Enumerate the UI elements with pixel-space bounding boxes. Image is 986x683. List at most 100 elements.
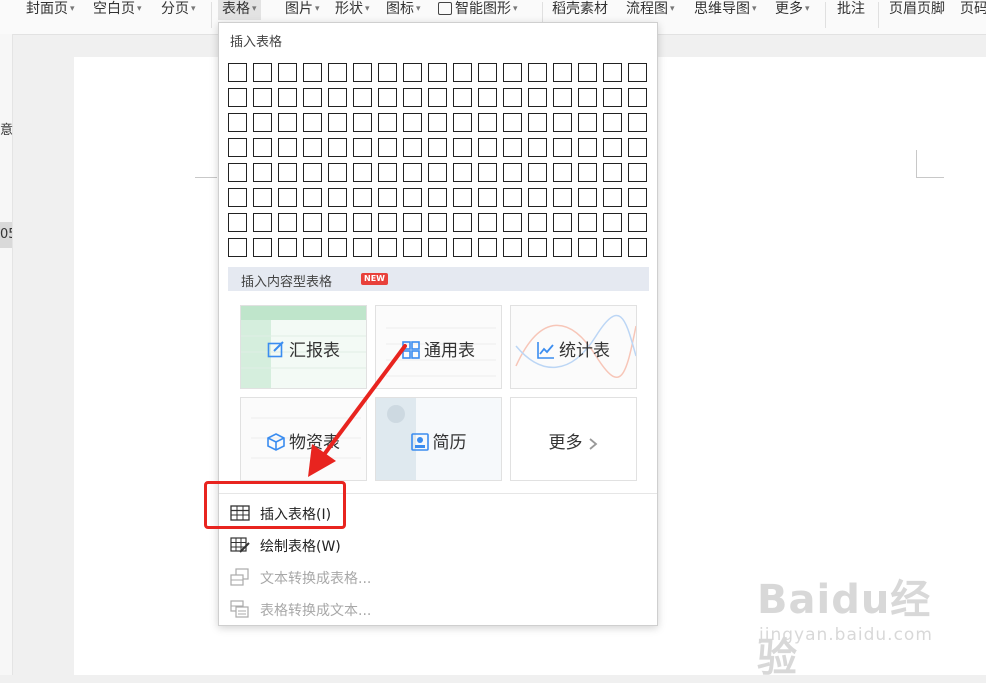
page-number-button[interactable]: 页码 (960, 0, 986, 20)
table-grid-cell[interactable] (553, 88, 572, 107)
table-button[interactable]: 表格 ▾ (218, 0, 261, 20)
table-grid-cell[interactable] (403, 213, 422, 232)
table-grid-cell[interactable] (478, 138, 497, 157)
table-grid-cell[interactable] (628, 88, 647, 107)
table-grid-cell[interactable] (353, 63, 372, 82)
table-grid-cell[interactable] (253, 238, 272, 257)
table-grid-cell[interactable] (553, 138, 572, 157)
table-grid-cell[interactable] (478, 163, 497, 182)
smart-art-button[interactable]: 智能图形 ▾ (438, 0, 518, 20)
table-grid-cell[interactable] (278, 138, 297, 157)
table-grid-cell[interactable] (453, 113, 472, 132)
table-grid-cell[interactable] (378, 88, 397, 107)
table-grid-cell[interactable] (253, 88, 272, 107)
table-grid-cell[interactable] (453, 88, 472, 107)
table-grid-cell[interactable] (303, 188, 322, 207)
table-grid-cell[interactable] (503, 138, 522, 157)
table-grid-cell[interactable] (278, 163, 297, 182)
picture-button[interactable]: 图片 ▾ (285, 0, 320, 20)
table-grid-cell[interactable] (453, 163, 472, 182)
table-grid-cell[interactable] (428, 88, 447, 107)
table-grid-cell[interactable] (353, 213, 372, 232)
table-grid-cell[interactable] (428, 213, 447, 232)
page-break-button[interactable]: 分页 ▾ (161, 0, 196, 20)
table-grid-cell[interactable] (628, 113, 647, 132)
header-footer-button[interactable]: 页眉页脚 (889, 0, 945, 20)
table-grid-cell[interactable] (503, 88, 522, 107)
table-grid-cell[interactable] (353, 188, 372, 207)
table-grid-cell[interactable] (553, 213, 572, 232)
table-grid-cell[interactable] (378, 138, 397, 157)
table-grid-cell[interactable] (503, 113, 522, 132)
table-grid-cell[interactable] (403, 63, 422, 82)
table-grid-cell[interactable] (228, 238, 247, 257)
table-grid-cell[interactable] (253, 188, 272, 207)
table-grid-cell[interactable] (328, 163, 347, 182)
table-grid-cell[interactable] (578, 188, 597, 207)
table-grid-cell[interactable] (453, 188, 472, 207)
tile-more[interactable]: 更多 (510, 397, 637, 481)
text-to-table-menu-item[interactable]: 文本转换成表格... (219, 562, 657, 592)
table-grid-cell[interactable] (278, 238, 297, 257)
table-grid-cell[interactable] (578, 238, 597, 257)
table-grid-cell[interactable] (428, 138, 447, 157)
table-grid-cell[interactable] (328, 238, 347, 257)
table-grid-cell[interactable] (278, 188, 297, 207)
table-grid-cell[interactable] (428, 188, 447, 207)
table-grid-cell[interactable] (578, 163, 597, 182)
draw-table-menu-item[interactable]: 绘制表格(W) (219, 530, 657, 560)
table-grid-cell[interactable] (228, 163, 247, 182)
table-grid-cell[interactable] (528, 138, 547, 157)
table-size-grid[interactable] (228, 63, 653, 263)
table-grid-cell[interactable] (378, 163, 397, 182)
table-grid-cell[interactable] (353, 163, 372, 182)
table-grid-cell[interactable] (353, 238, 372, 257)
table-to-text-menu-item[interactable]: 表格转换成文本... (219, 594, 657, 624)
table-grid-cell[interactable] (353, 138, 372, 157)
table-grid-cell[interactable] (228, 188, 247, 207)
table-grid-cell[interactable] (603, 63, 622, 82)
table-grid-cell[interactable] (603, 163, 622, 182)
table-grid-cell[interactable] (328, 113, 347, 132)
table-grid-cell[interactable] (403, 138, 422, 157)
table-grid-cell[interactable] (428, 238, 447, 257)
table-grid-cell[interactable] (378, 188, 397, 207)
table-grid-cell[interactable] (303, 163, 322, 182)
table-grid-cell[interactable] (278, 113, 297, 132)
table-grid-cell[interactable] (403, 188, 422, 207)
flowchart-button[interactable]: 流程图 ▾ (626, 0, 675, 20)
table-grid-cell[interactable] (303, 213, 322, 232)
table-grid-cell[interactable] (303, 113, 322, 132)
table-grid-cell[interactable] (303, 138, 322, 157)
table-grid-cell[interactable] (578, 213, 597, 232)
table-grid-cell[interactable] (303, 238, 322, 257)
table-grid-cell[interactable] (628, 188, 647, 207)
table-grid-cell[interactable] (278, 213, 297, 232)
table-grid-cell[interactable] (353, 88, 372, 107)
table-grid-cell[interactable] (328, 138, 347, 157)
table-grid-cell[interactable] (278, 63, 297, 82)
docer-material-button[interactable]: 稻壳素材 (552, 0, 608, 20)
table-grid-cell[interactable] (528, 238, 547, 257)
table-grid-cell[interactable] (253, 113, 272, 132)
table-grid-cell[interactable] (353, 113, 372, 132)
table-grid-cell[interactable] (578, 113, 597, 132)
table-grid-cell[interactable] (603, 238, 622, 257)
table-grid-cell[interactable] (453, 238, 472, 257)
shape-button[interactable]: 形状 ▾ (335, 0, 370, 20)
table-grid-cell[interactable] (503, 213, 522, 232)
table-grid-cell[interactable] (328, 188, 347, 207)
table-grid-cell[interactable] (603, 138, 622, 157)
table-grid-cell[interactable] (253, 213, 272, 232)
table-grid-cell[interactable] (578, 63, 597, 82)
left-panel-selected-item[interactable]: 05 (0, 222, 12, 248)
table-grid-cell[interactable] (628, 213, 647, 232)
mindmap-button[interactable]: 思维导图 ▾ (694, 0, 757, 20)
table-grid-cell[interactable] (253, 163, 272, 182)
table-grid-cell[interactable] (228, 138, 247, 157)
table-grid-cell[interactable] (228, 88, 247, 107)
table-grid-cell[interactable] (278, 88, 297, 107)
table-grid-cell[interactable] (453, 63, 472, 82)
table-grid-cell[interactable] (478, 63, 497, 82)
table-grid-cell[interactable] (228, 113, 247, 132)
